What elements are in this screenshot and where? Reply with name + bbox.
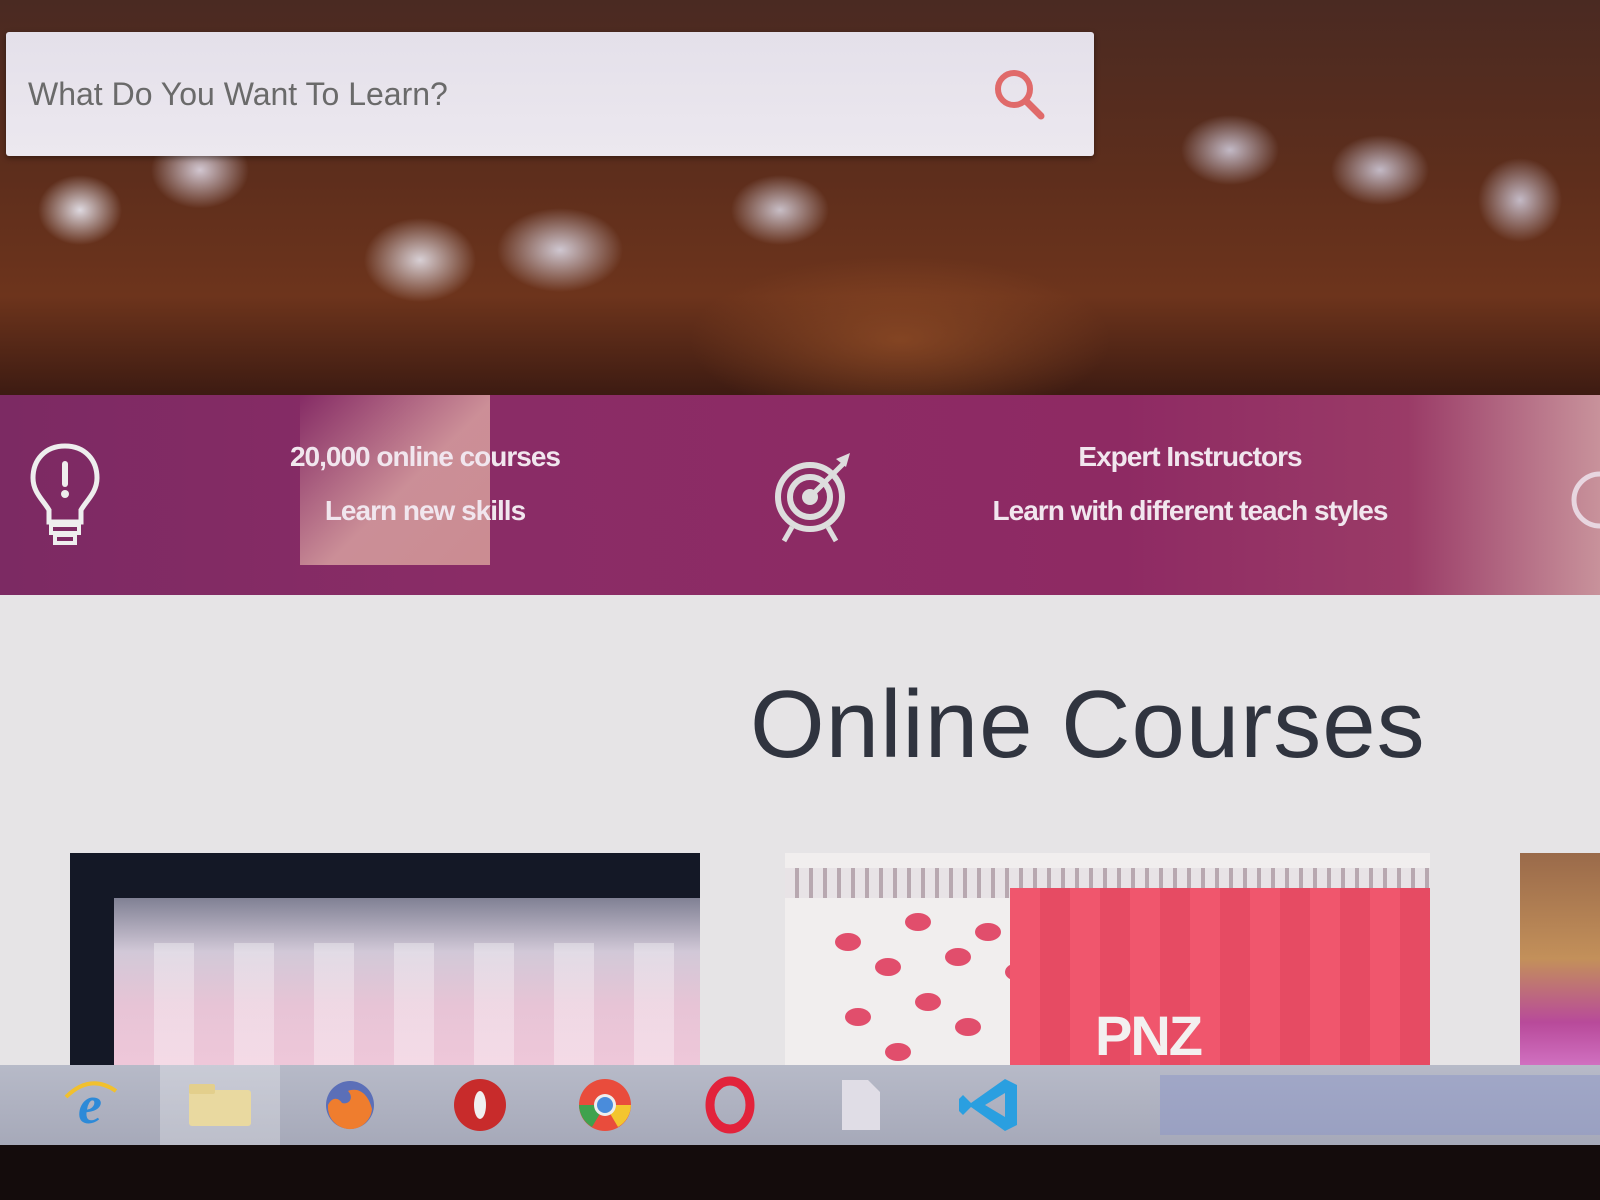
course-card-1[interactable] xyxy=(70,853,700,1065)
course-card-2-caption: PNZ xyxy=(1095,1004,1203,1065)
feature-instructors-subtitle: Learn with different teach styles xyxy=(992,495,1389,526)
feature-instructors-text: Expert Instructors Learn with different … xyxy=(930,430,1450,538)
course-card-2-dots xyxy=(815,913,1031,1063)
features-band: 20,000 online courses Learn new skills E… xyxy=(0,395,1600,595)
file-explorer-icon xyxy=(189,1084,251,1126)
taskbar-chrome[interactable] xyxy=(545,1065,665,1145)
taskbar-internet-explorer[interactable]: e xyxy=(30,1065,150,1145)
award-icon xyxy=(1545,435,1600,555)
main-content: Online Courses PNZ xyxy=(0,595,1600,1065)
feature-courses xyxy=(20,395,110,595)
feature-instructors-title: Expert Instructors xyxy=(1078,441,1302,472)
course-card-2[interactable]: PNZ xyxy=(785,853,1430,1065)
search-button[interactable] xyxy=(974,49,1064,139)
taskbar-tray xyxy=(1160,1075,1600,1135)
course-card-3[interactable] xyxy=(1520,853,1600,1065)
taskbar-file-explorer[interactable] xyxy=(160,1065,280,1145)
opera-icon xyxy=(705,1076,755,1134)
feature-partial xyxy=(1545,395,1600,595)
feature-courses-subtitle: Learn new skills xyxy=(324,495,526,526)
search-icon xyxy=(995,70,1045,120)
screen: 20,000 online courses Learn new skills E… xyxy=(0,0,1600,1200)
vscode-icon xyxy=(959,1079,1017,1131)
target-icon xyxy=(770,435,860,555)
taskbar-opera[interactable] xyxy=(670,1065,790,1145)
file-icon xyxy=(842,1080,880,1130)
internet-explorer-icon: e xyxy=(64,1077,118,1133)
feature-courses-title: 20,000 online courses xyxy=(289,441,561,472)
taskbar-vscode[interactable] xyxy=(930,1065,1050,1145)
course-card-2-curtain xyxy=(1010,888,1430,1065)
chrome-icon xyxy=(579,1079,631,1131)
search-input[interactable] xyxy=(6,32,974,156)
feature-instructors xyxy=(770,395,860,595)
section-title: Online Courses xyxy=(750,671,1426,778)
opera-red-icon xyxy=(454,1079,506,1131)
hero-banner xyxy=(0,0,1600,395)
search-bar xyxy=(6,32,1094,156)
taskbar-firefox[interactable] xyxy=(290,1065,410,1145)
taskbar-opera-red[interactable] xyxy=(420,1065,540,1145)
course-card-1-drape xyxy=(114,943,700,1065)
feature-courses-text: 20,000 online courses Learn new skills xyxy=(230,430,620,538)
lightbulb-icon xyxy=(20,435,110,555)
firefox-icon xyxy=(326,1081,374,1130)
taskbar: e xyxy=(0,1065,1600,1145)
monitor-bezel xyxy=(0,1145,1600,1200)
taskbar-file[interactable] xyxy=(800,1065,920,1145)
